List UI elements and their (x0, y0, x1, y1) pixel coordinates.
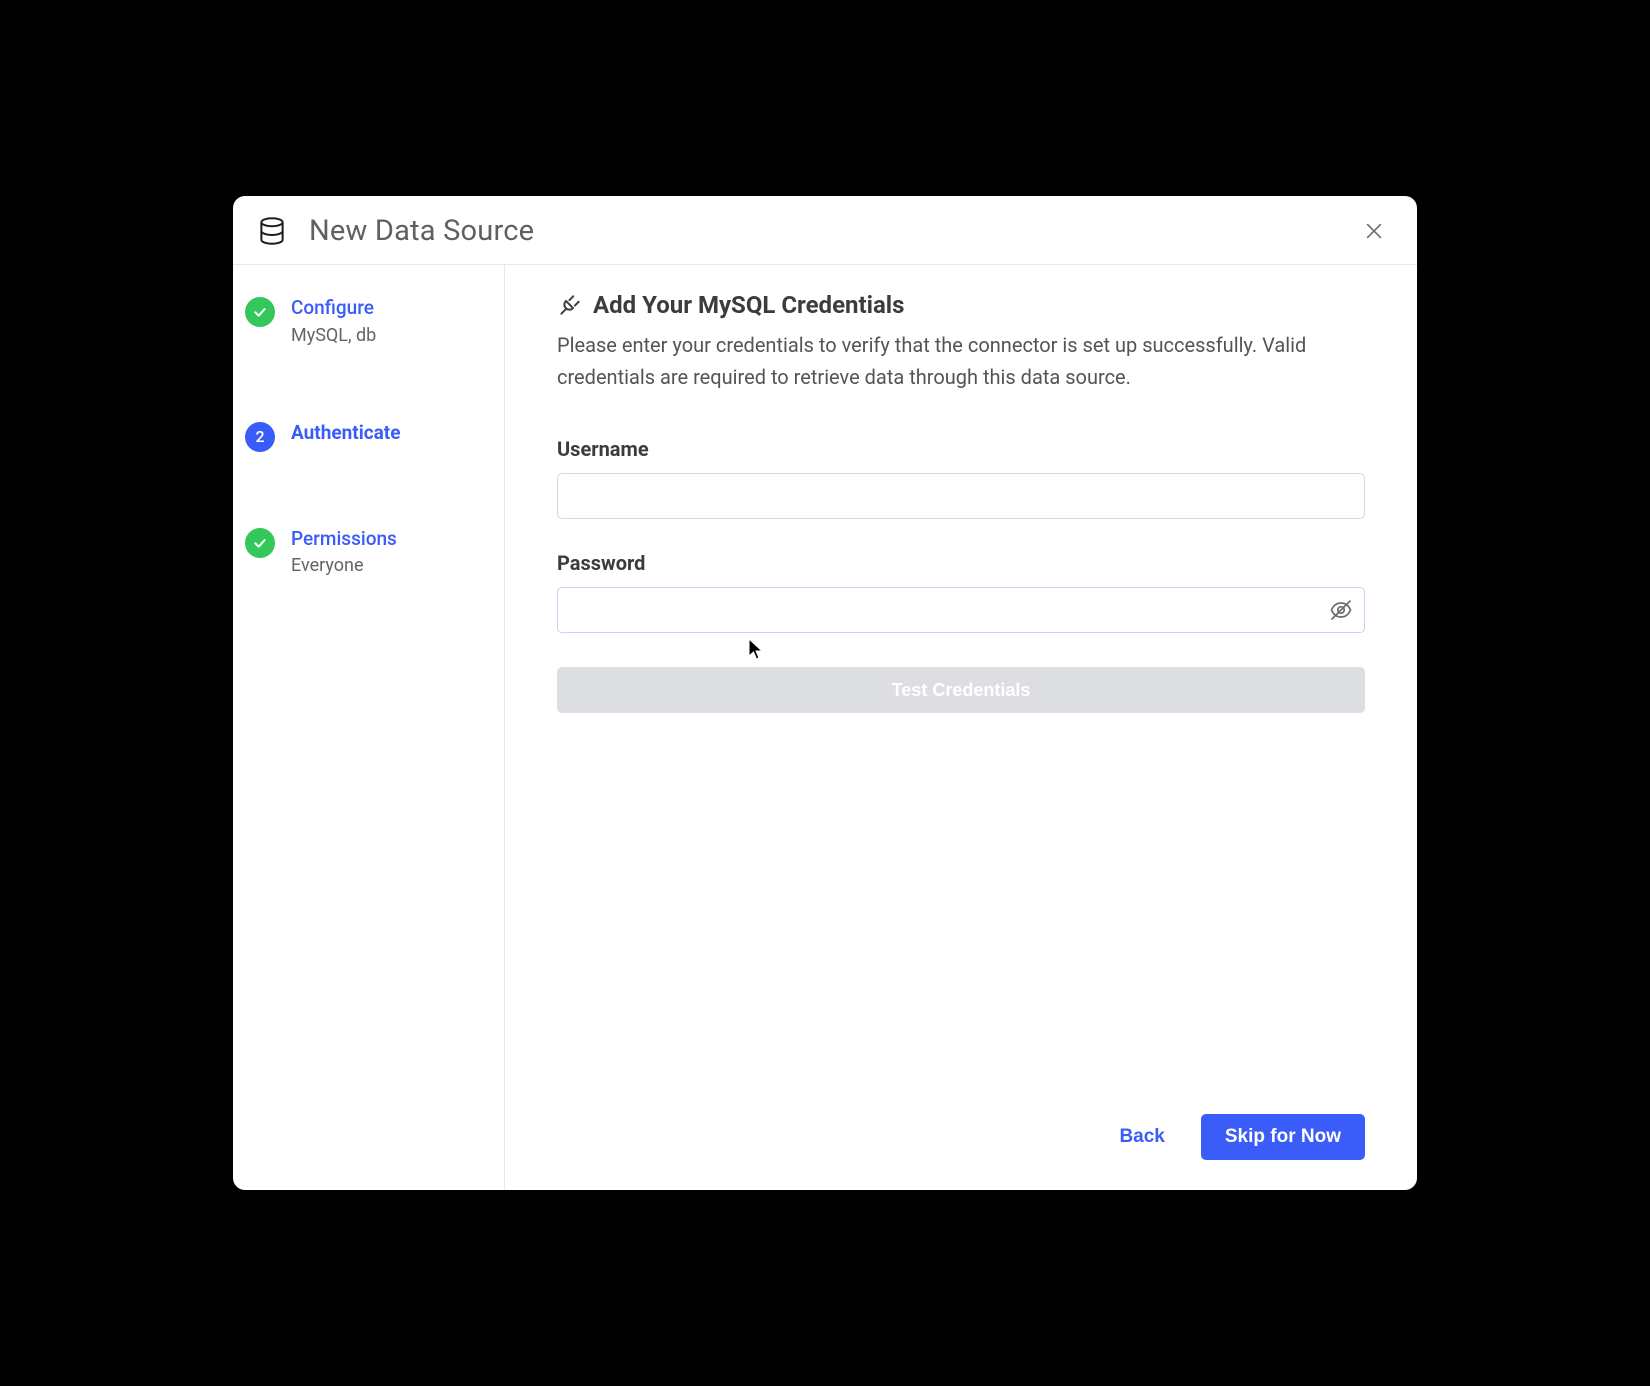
username-field-group: Username (557, 437, 1365, 519)
main-panel: Add Your MySQL Credentials Please enter … (505, 265, 1417, 1190)
dialog-window: New Data Source Configure MySQL, db (233, 196, 1417, 1190)
back-button[interactable]: Back (1115, 1118, 1168, 1156)
dialog-body: Configure MySQL, db 2 Authenticate Permi… (233, 265, 1417, 1190)
step-done-check-icon (245, 297, 275, 327)
dialog-header: New Data Source (233, 196, 1417, 265)
step-number-icon: 2 (245, 422, 275, 452)
step-subtitle: Everyone (291, 555, 397, 576)
steps-sidebar: Configure MySQL, db 2 Authenticate Permi… (233, 265, 505, 1190)
dialog-title: New Data Source (309, 214, 534, 248)
test-credentials-button[interactable]: Test Credentials (557, 667, 1365, 713)
step-title: Authenticate (291, 420, 401, 446)
step-done-check-icon (245, 528, 275, 558)
header-title-group: New Data Source (257, 214, 534, 248)
section-description: Please enter your credentials to verify … (557, 329, 1317, 393)
step-permissions[interactable]: Permissions Everyone (245, 524, 492, 577)
section-title: Add Your MySQL Credentials (593, 291, 904, 319)
skip-for-now-button[interactable]: Skip for Now (1201, 1114, 1365, 1160)
step-title: Configure (291, 295, 376, 321)
step-configure[interactable]: Configure MySQL, db (245, 293, 492, 346)
step-title: Permissions (291, 526, 397, 552)
toggle-password-visibility-button[interactable] (1329, 598, 1353, 622)
username-label: Username (557, 437, 1365, 461)
password-label: Password (557, 551, 1365, 575)
dialog-footer: Back Skip for Now (557, 1102, 1365, 1166)
close-button[interactable] (1359, 216, 1389, 246)
plug-icon (557, 292, 583, 318)
mouse-cursor-icon (747, 638, 765, 662)
section-header: Add Your MySQL Credentials (557, 291, 1365, 319)
step-subtitle: MySQL, db (291, 325, 376, 346)
password-input[interactable] (557, 587, 1365, 633)
database-icon (257, 216, 287, 246)
username-input[interactable] (557, 473, 1365, 519)
step-authenticate[interactable]: 2 Authenticate (245, 418, 492, 452)
password-field-group: Password (557, 551, 1365, 633)
